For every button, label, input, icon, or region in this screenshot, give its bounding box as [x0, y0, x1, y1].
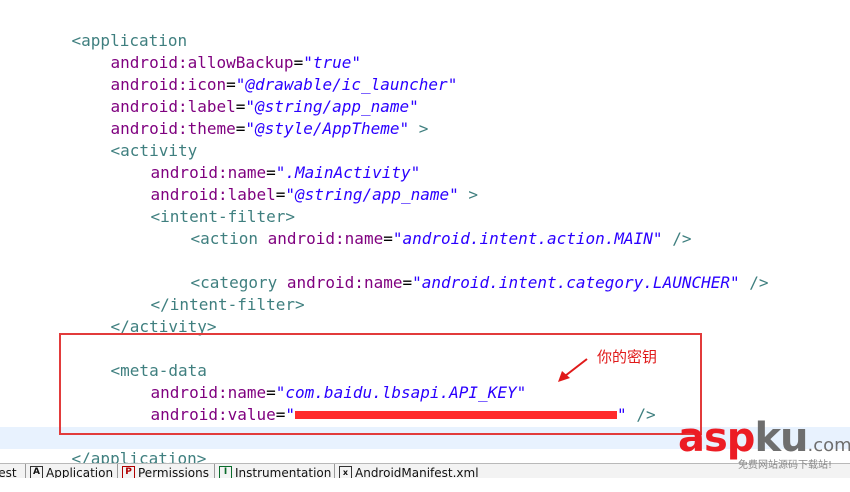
tab-instrumentation[interactable]: I Instrumentation [219, 465, 331, 478]
tab-label: AndroidManifest.xml [355, 466, 479, 478]
xml-tag-close: /> [662, 229, 692, 248]
tab-permissions[interactable]: P Permissions [122, 465, 209, 478]
xml-tag: <action [190, 229, 258, 248]
instrumentation-icon: I [219, 466, 232, 478]
tab-manifest[interactable]: fest [0, 465, 17, 478]
code-line-activity-label[interactable]: android:label="@string/app_name" > [112, 162, 479, 204]
tab-label: Instrumentation [235, 466, 332, 478]
xml-tag-close: /> [739, 273, 769, 292]
xml-value: "android.intent.action.MAIN" [392, 229, 663, 248]
code-line-theme[interactable]: android:theme="@style/AppTheme" > [72, 96, 429, 138]
code-line-action[interactable]: <action android:name="android.intent.act… [152, 206, 692, 248]
xml-value: "android.intent.category.LAUNCHER" [412, 273, 740, 292]
tab-android-manifest-xml[interactable]: x AndroidManifest.xml [339, 465, 479, 478]
watermark-logo: aspku.com 免费网站源码下载站! [678, 418, 850, 472]
annotation-arrow-icon [558, 358, 588, 382]
permissions-icon: P [122, 466, 135, 478]
code-line-icon[interactable]: android:icon="@drawable/ic_launcher" [72, 52, 458, 94]
application-icon: A [30, 466, 43, 478]
watermark-text-ku: ku [754, 415, 808, 461]
annotation-label: 你的密钥 [597, 348, 658, 366]
xml-file-icon: x [339, 466, 352, 478]
code-line-intent-filter-open[interactable]: <intent-filter> [112, 184, 296, 226]
code-line-intent-filter-close[interactable]: </intent-filter> [112, 272, 305, 314]
xml-tag-close: > [458, 185, 479, 204]
watermark-text-asp: asp [678, 415, 755, 461]
code-line-activity-open[interactable]: <activity [72, 118, 198, 160]
code-line-application-open[interactable]: <application [33, 8, 188, 50]
code-line-allow-backup[interactable]: android:allowBackup="true" [72, 30, 361, 72]
xml-attribute: android:name [267, 229, 384, 248]
tab-application[interactable]: A Application [30, 465, 113, 478]
tab-label: fest [0, 466, 17, 478]
xml-editor[interactable]: <application android:allowBackup="true" … [0, 0, 850, 468]
code-line-activity-close[interactable]: </activity> [72, 294, 217, 336]
xml-tag-close: > [409, 119, 429, 138]
watermark-text-com: .com [807, 435, 850, 456]
tab-label: Application [46, 466, 114, 478]
xml-value: "@style/AppTheme" [245, 119, 410, 138]
code-line-category[interactable]: <category android:name="android.intent.c… [152, 250, 769, 292]
code-line-label[interactable]: android:label="@string/app_name" [72, 74, 419, 116]
tab-label: Permissions [138, 466, 209, 478]
code-line-activity-name[interactable]: android:name=".MainActivity" [112, 140, 421, 182]
xml-value: "@string/app_name" [285, 185, 459, 204]
watermark-subtitle: 免费网站源码下载站! [738, 460, 833, 471]
